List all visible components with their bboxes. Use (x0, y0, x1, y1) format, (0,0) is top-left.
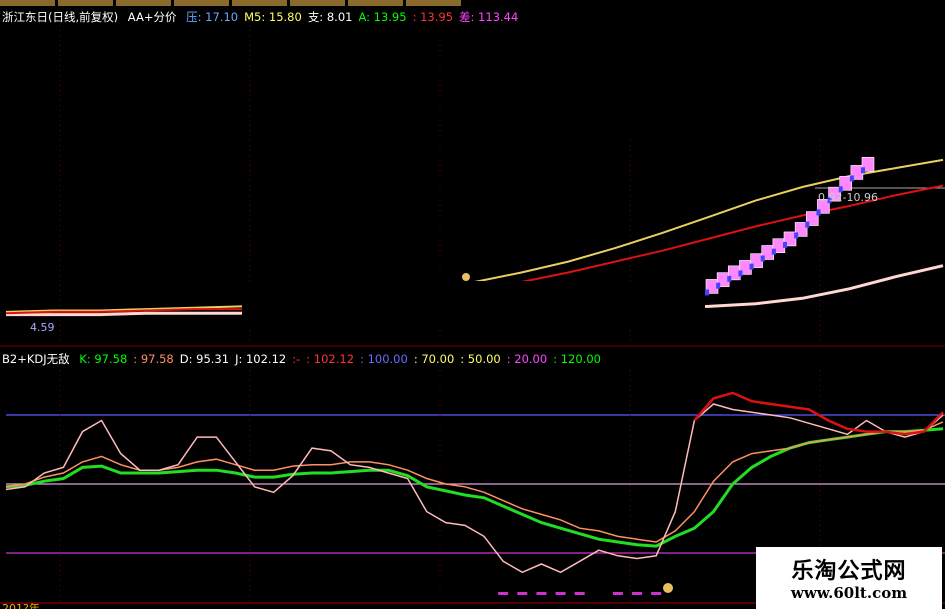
kdj-indicator-name: B2+KDJ无敌 (2, 352, 70, 366)
oversold-marker (632, 592, 643, 595)
kdj-indicator-values: K: 97.58 : 97.58 D: 95.31 J: 102.12 :- : 102.… (79, 352, 607, 366)
kdj-indicator-item: : 70.00 (413, 352, 455, 366)
oversold-marker (612, 592, 623, 595)
watermark-url: www.60lt.com (790, 584, 908, 602)
candle-shadow (705, 289, 709, 296)
kdj-indicator-item: K: 97.58 (79, 352, 128, 366)
kdj-indicator-item: D: 95.31 (179, 352, 230, 366)
oversold-marker (574, 592, 585, 595)
watermark-title: 乐淘公式网 (791, 558, 907, 584)
candle-shadow (794, 232, 799, 239)
candle-shadow (805, 221, 810, 228)
candle-shadow (760, 255, 765, 262)
kdj-indicator-item: : 120.00 (553, 352, 601, 366)
candle-shadow (816, 209, 821, 216)
kdj-indicator-item: : 50.00 (460, 352, 501, 366)
kdj-indicator-item: J: 102.12 (235, 352, 287, 366)
redaction-box (242, 281, 705, 329)
kdj-line-K (5, 427, 944, 548)
oversold-marker (517, 592, 528, 595)
candle-shadow (849, 175, 854, 182)
candle-shadow (861, 167, 865, 174)
kdj-line-J-red (693, 391, 944, 436)
left-low-label: 4.59 (30, 321, 55, 334)
money-bag-icon (462, 273, 470, 281)
candle-shadow (716, 282, 721, 289)
oversold-marker (651, 592, 662, 595)
chart-stage: 浙江东日(日线,前复权) AA+分价 压: 17.10 M5: 15.80 支: 8… (0, 0, 945, 609)
kdj-indicator-item: : 102.12 (306, 352, 355, 366)
candle-shadow (771, 248, 776, 255)
kdj-indicator-item: : 97.58 (133, 352, 174, 366)
oversold-marker (536, 592, 547, 595)
kdj-indicator-item: :- (292, 352, 301, 366)
kdj-panel-header: B2+KDJ无敌 K: 97.58 : 97.58 D: 95.31 J: 102.1… (2, 352, 613, 366)
candle-shadow (738, 270, 743, 277)
kdj-indicator-item: : 20.00 (506, 352, 548, 366)
price-range-label: 0.92-10.96 (818, 191, 878, 204)
candle-shadow (749, 263, 754, 270)
watermark: 乐淘公式网 www.60lt.com (756, 547, 942, 609)
kdj-line-D (5, 421, 944, 543)
bottom-date-label: 201?年 (2, 601, 40, 609)
candle-shadow (783, 241, 787, 248)
oversold-marker (498, 592, 509, 595)
oversold-marker (555, 592, 566, 595)
candle-shadow (727, 275, 732, 282)
redaction-box (535, 0, 945, 140)
kdj-indicator-item: : 100.00 (360, 352, 408, 366)
money-bag-icon (663, 583, 673, 593)
